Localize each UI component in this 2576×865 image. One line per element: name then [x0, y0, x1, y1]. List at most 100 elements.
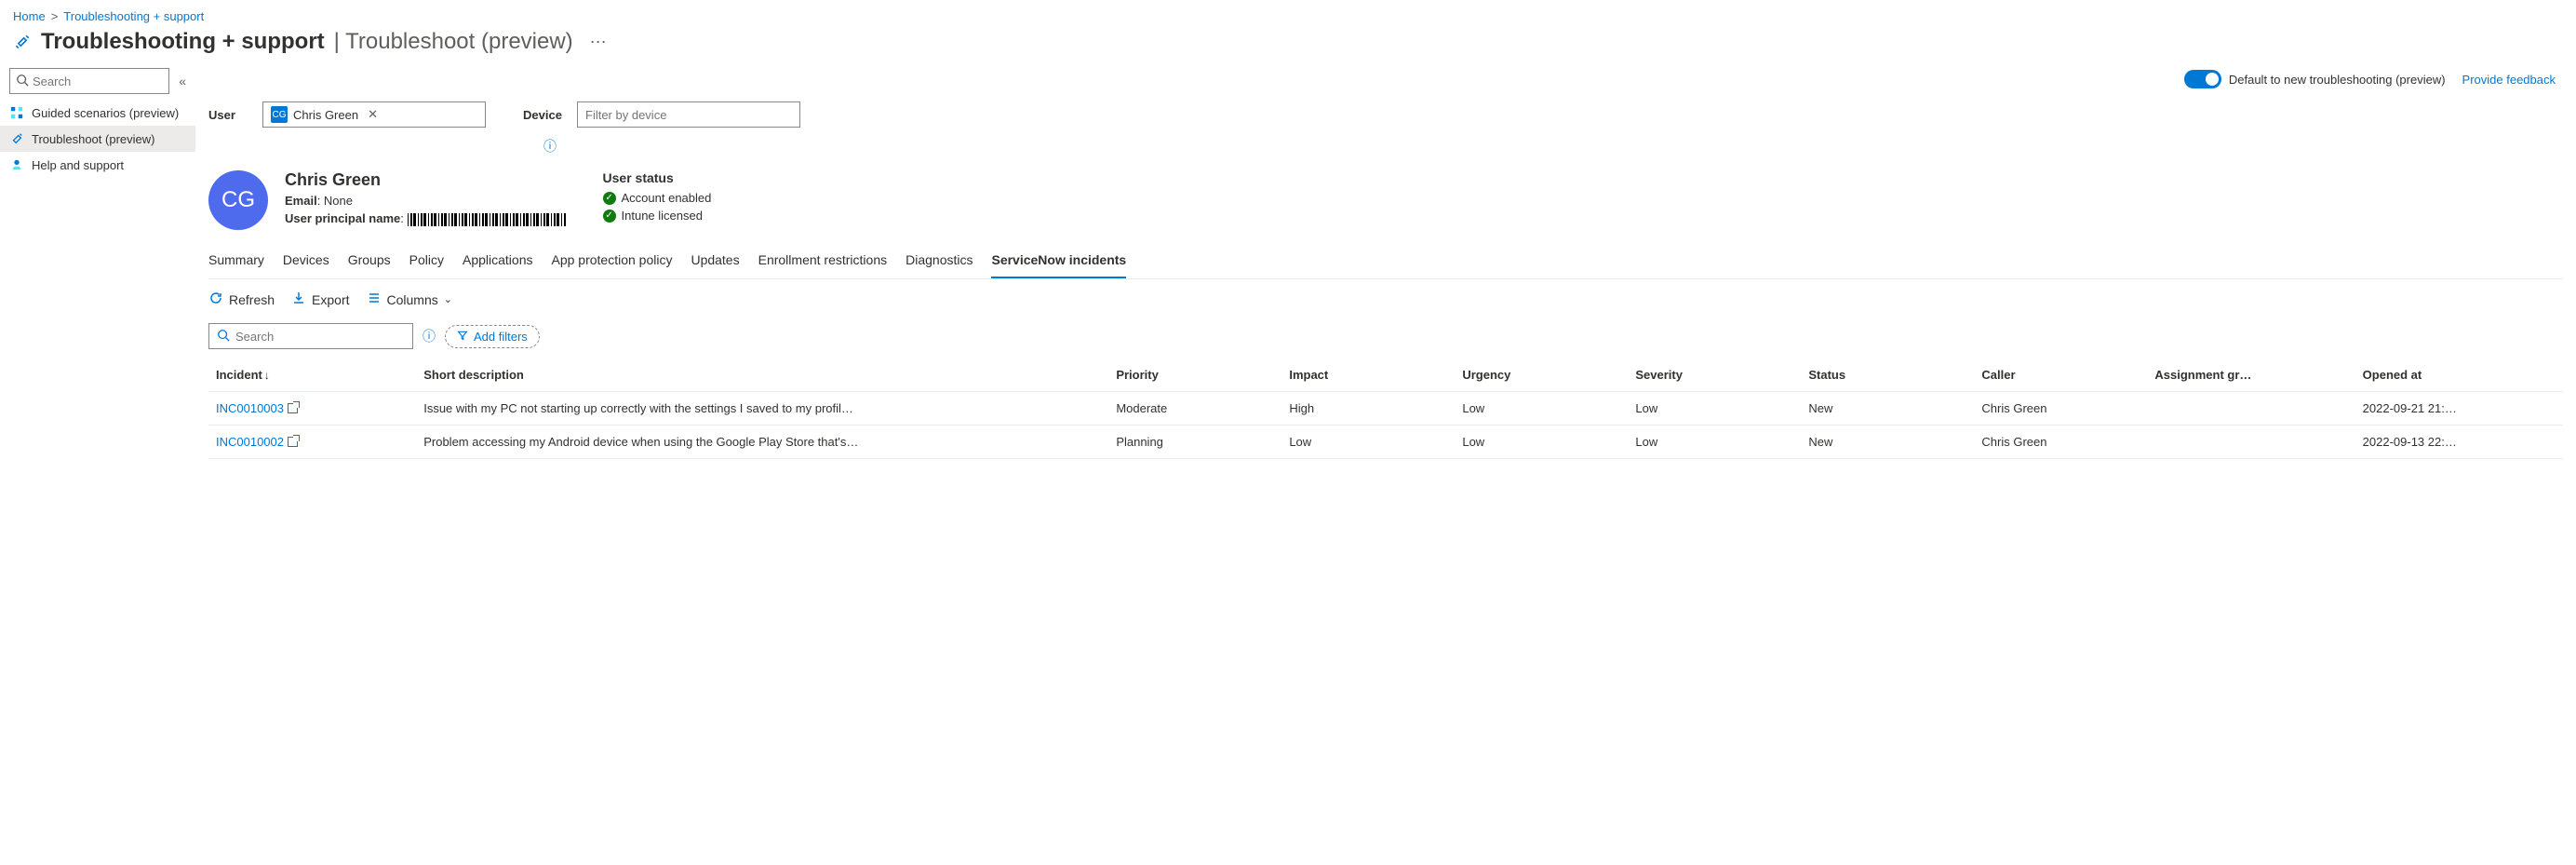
external-link-icon — [288, 403, 298, 413]
col-caller[interactable]: Caller — [1974, 358, 2147, 392]
user-filter-input[interactable]: CG Chris Green ✕ — [262, 101, 486, 128]
incident-link[interactable]: INC0010002 — [216, 435, 284, 449]
columns-button[interactable]: Columns ⌄ — [367, 291, 452, 308]
page-title-row: Troubleshooting + support | Troubleshoot… — [0, 27, 2576, 64]
filter-icon — [457, 330, 468, 344]
cell-assignment — [2147, 392, 2355, 426]
sidebar: « Guided scenarios (preview) Troubleshoo… — [0, 64, 195, 478]
incidents-table: Incident↓ Short description Priority Imp… — [208, 358, 2563, 459]
nav-guided-scenarios[interactable]: Guided scenarios (preview) — [0, 100, 195, 126]
cell-priority: Planning — [1108, 426, 1281, 459]
tab-diagnostics[interactable]: Diagnostics — [906, 245, 973, 278]
chevron-down-icon: ⌄ — [444, 293, 452, 305]
tab-enrollment-restrictions[interactable]: Enrollment restrictions — [758, 245, 888, 278]
device-filter-input-wrap[interactable] — [577, 101, 800, 128]
table-search[interactable] — [208, 323, 413, 349]
cell-severity: Low — [1628, 426, 1801, 459]
col-status[interactable]: Status — [1801, 358, 1974, 392]
export-icon — [291, 291, 306, 308]
tab-applications[interactable]: Applications — [463, 245, 533, 278]
add-filters-button[interactable]: Add filters — [445, 325, 540, 348]
cell-caller: Chris Green — [1974, 392, 2147, 426]
cell-caller: Chris Green — [1974, 426, 2147, 459]
email-label: Email — [285, 194, 317, 208]
search-info-icon[interactable]: ⓘ — [423, 327, 436, 345]
user-card: CG Chris Green Email: None User principa… — [208, 155, 2563, 239]
nav-troubleshoot[interactable]: Troubleshoot (preview) — [0, 126, 195, 152]
upn-redacted — [408, 213, 566, 226]
sidebar-search[interactable] — [9, 68, 169, 94]
cell-severity: Low — [1628, 392, 1801, 426]
nav-help-support[interactable]: Help and support — [0, 152, 195, 178]
collapse-sidebar-button[interactable]: « — [175, 72, 190, 90]
user-chip-label: Chris Green — [293, 108, 358, 122]
page-title-sub: | Troubleshoot (preview) — [334, 29, 573, 55]
refresh-button[interactable]: Refresh — [208, 291, 275, 308]
tab-policy[interactable]: Policy — [409, 245, 444, 278]
info-icon[interactable]: ⓘ — [543, 139, 557, 154]
sidebar-search-input[interactable] — [33, 74, 163, 88]
search-icon — [16, 74, 29, 89]
status-intune-licensed: Intune licensed — [622, 209, 703, 223]
breadcrumb-home[interactable]: Home — [13, 9, 46, 23]
col-short-description[interactable]: Short description — [416, 358, 1108, 392]
upn-label: User principal name — [285, 211, 400, 225]
tab-app-protection-policy[interactable]: App protection policy — [551, 245, 672, 278]
incident-link[interactable]: INC0010003 — [216, 401, 284, 415]
check-icon: ✓ — [603, 192, 616, 205]
col-incident[interactable]: Incident↓ — [208, 358, 416, 392]
tab-devices[interactable]: Devices — [283, 245, 329, 278]
col-impact[interactable]: Impact — [1281, 358, 1455, 392]
col-severity[interactable]: Severity — [1628, 358, 1801, 392]
toggle-label: Default to new troubleshooting (preview) — [2229, 73, 2446, 87]
tab-summary[interactable]: Summary — [208, 245, 264, 278]
user-status-header: User status — [603, 170, 712, 185]
more-menu-button[interactable]: ⋯ — [583, 33, 607, 52]
table-row: INC0010003 Issue with my PC not starting … — [208, 392, 2563, 426]
cell-impact: High — [1281, 392, 1455, 426]
nav-label: Troubleshoot (preview) — [32, 132, 154, 146]
cell-status: New — [1801, 392, 1974, 426]
nav-label: Guided scenarios (preview) — [32, 106, 179, 120]
breadcrumb: Home > Troubleshooting + support — [0, 0, 2576, 27]
cell-status: New — [1801, 426, 1974, 459]
cell-opened: 2022-09-21 21:… — [2355, 392, 2563, 426]
default-troubleshooting-toggle[interactable] — [2184, 70, 2221, 88]
device-filter-label: Device — [523, 108, 564, 122]
refresh-icon — [208, 291, 223, 308]
cell-priority: Moderate — [1108, 392, 1281, 426]
user-chip-remove[interactable]: ✕ — [364, 107, 382, 122]
col-priority[interactable]: Priority — [1108, 358, 1281, 392]
columns-icon — [367, 291, 382, 308]
table-row: INC0010002 Problem accessing my Android d… — [208, 426, 2563, 459]
cell-impact: Low — [1281, 426, 1455, 459]
col-urgency[interactable]: Urgency — [1455, 358, 1628, 392]
tab-servicenow-incidents[interactable]: ServiceNow incidents — [991, 245, 1126, 278]
col-opened[interactable]: Opened at — [2355, 358, 2563, 392]
tabs: Summary Devices Groups Policy Applications Ap… — [208, 245, 2563, 279]
cell-urgency: Low — [1455, 426, 1628, 459]
tab-groups[interactable]: Groups — [348, 245, 391, 278]
check-icon: ✓ — [603, 209, 616, 223]
breadcrumb-current[interactable]: Troubleshooting + support — [63, 9, 204, 23]
top-bar: Default to new troubleshooting (preview)… — [208, 64, 2563, 101]
col-assignment[interactable]: Assignment gr… — [2147, 358, 2355, 392]
cell-desc: Issue with my PC not starting up correct… — [416, 392, 1108, 426]
device-filter-input[interactable] — [585, 108, 792, 122]
export-button[interactable]: Export — [291, 291, 349, 308]
table-search-input[interactable] — [235, 330, 405, 344]
page-title-main: Troubleshooting + support — [41, 29, 325, 55]
wrench-icon — [13, 33, 32, 51]
user-name: Chris Green — [285, 170, 566, 190]
cell-desc: Problem accessing my Android device when… — [416, 426, 1108, 459]
user-filter-label: User — [208, 108, 249, 122]
table-search-row: ⓘ Add filters — [208, 319, 2563, 358]
user-avatar: CG — [208, 170, 268, 230]
tab-updates[interactable]: Updates — [691, 245, 739, 278]
external-link-icon — [288, 437, 298, 447]
provide-feedback-link[interactable]: Provide feedback — [2462, 73, 2556, 87]
cell-urgency: Low — [1455, 392, 1628, 426]
help-support-icon — [9, 157, 24, 172]
toolbar: Refresh Export Columns ⌄ — [208, 279, 2563, 319]
email-value: None — [324, 194, 353, 208]
